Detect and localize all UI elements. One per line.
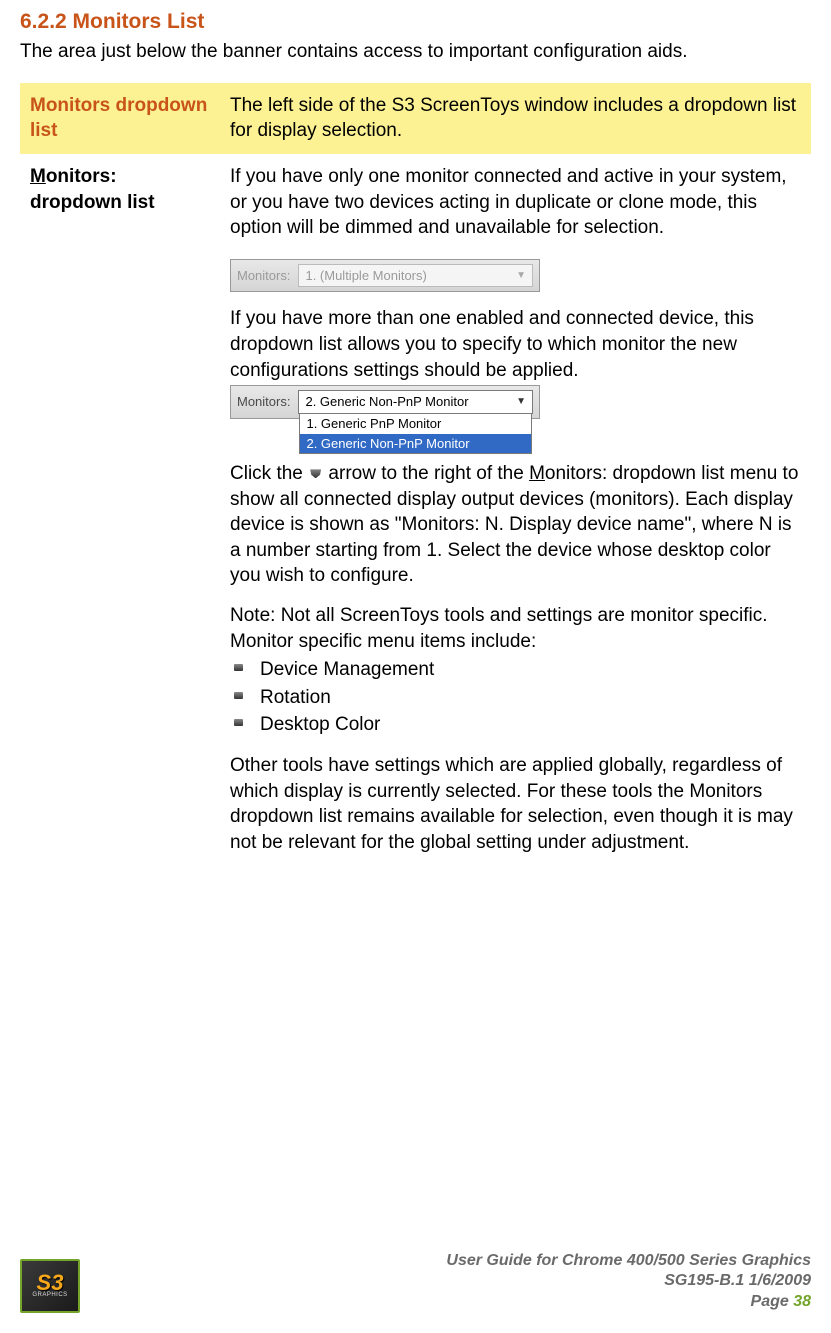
- dropdown-value: 2. Generic Non-PnP Monitor: [305, 393, 468, 411]
- dropdown-label: Monitors:: [237, 267, 290, 285]
- page-number: 38: [793, 1293, 811, 1310]
- footer-text: User Guide for Chrome 400/500 Series Gra…: [446, 1251, 811, 1313]
- intro-paragraph: The area just below the banner contains …: [20, 40, 811, 65]
- underlined-letter: M: [30, 166, 46, 187]
- monitors-dropdown-disabled: Monitors: 1. (Multiple Monitors) ▼: [230, 259, 540, 293]
- dropdown-option-selected[interactable]: 2. Generic Non-PnP Monitor: [300, 434, 531, 454]
- dropdown-label: Monitors:: [237, 393, 290, 411]
- bullet-list: Device Management Rotation Desktop Color: [230, 656, 801, 739]
- row-label: Monitors: dropdown list: [20, 154, 220, 880]
- monitors-dropdown-active[interactable]: Monitors: 2. Generic Non-PnP Monitor ▼ 1…: [230, 385, 540, 419]
- s3-logo: S3 GRAPHICS: [20, 1259, 80, 1313]
- hl-desc: The left side of the S3 ScreenToys windo…: [220, 83, 811, 154]
- underlined-letter: M: [529, 463, 545, 484]
- paragraph: Other tools have settings which are appl…: [230, 753, 801, 856]
- dropdown-field-active[interactable]: 2. Generic Non-PnP Monitor ▼ 1. Generic …: [298, 390, 533, 414]
- page-footer: S3 GRAPHICS User Guide for Chrome 400/50…: [20, 1251, 811, 1313]
- list-item: Device Management: [230, 656, 801, 684]
- row-desc: If you have only one monitor connected a…: [220, 154, 811, 880]
- text-fragment: onitors: [545, 463, 602, 484]
- footer-title: User Guide for Chrome 400/500 Series Gra…: [446, 1251, 811, 1272]
- paragraph: If you have only one monitor connected a…: [230, 164, 801, 241]
- dropdown-list: 1. Generic PnP Monitor 2. Generic Non-Pn…: [299, 413, 532, 454]
- page-label: Page: [751, 1293, 794, 1310]
- arrow-down-icon: [310, 469, 321, 478]
- list-item: Rotation: [230, 684, 801, 712]
- section-heading: 6.2.2 Monitors List: [20, 10, 811, 34]
- dropdown-field-disabled: 1. (Multiple Monitors) ▼: [298, 264, 533, 288]
- table-row: Monitors: dropdown list If you have only…: [20, 154, 811, 880]
- dropdown-option[interactable]: 1. Generic PnP Monitor: [300, 414, 531, 434]
- label-rest: onitors: dropdown list: [30, 166, 155, 213]
- logo-text: S3: [37, 1274, 64, 1293]
- paragraph: If you have more than one enabled and co…: [230, 306, 801, 383]
- paragraph: Note: Not all ScreenToys tools and setti…: [230, 603, 801, 654]
- text-fragment: arrow to the right of the: [323, 463, 529, 484]
- hl-label: Monitors dropdown list: [20, 83, 220, 154]
- footer-meta: SG195-B.1 1/6/2009: [446, 1271, 811, 1292]
- table-row-highlight: Monitors dropdown list The left side of …: [20, 83, 811, 154]
- chevron-down-icon: ▼: [516, 269, 526, 283]
- list-item: Desktop Color: [230, 711, 801, 739]
- dropdown-value: 1. (Multiple Monitors): [305, 267, 426, 285]
- text-fragment: Click the: [230, 463, 308, 484]
- logo-subtext: GRAPHICS: [32, 1292, 67, 1298]
- paragraph: Click the arrow to the right of the Moni…: [230, 461, 801, 589]
- footer-page: Page 38: [446, 1292, 811, 1313]
- definitions-table: Monitors dropdown list The left side of …: [20, 83, 811, 880]
- chevron-down-icon[interactable]: ▼: [516, 395, 526, 409]
